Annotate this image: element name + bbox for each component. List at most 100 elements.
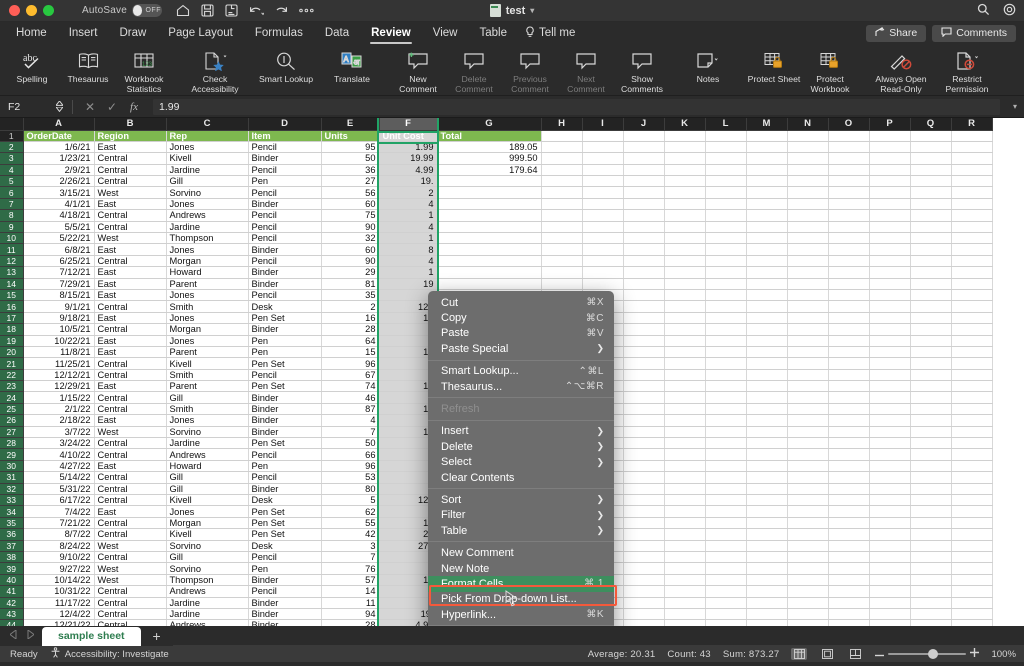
cell[interactable]: Binder	[248, 597, 322, 609]
cell[interactable]	[623, 380, 665, 393]
column-header-P[interactable]: P	[869, 118, 911, 131]
cell[interactable]	[951, 608, 993, 621]
cell[interactable]: 6/25/21	[23, 255, 95, 268]
cell[interactable]	[623, 232, 665, 245]
cell[interactable]	[910, 562, 952, 575]
cell[interactable]: 28	[321, 619, 380, 626]
cell[interactable]: 10/14/22	[23, 574, 95, 587]
translate-button[interactable]: Aअ Translate	[324, 46, 380, 85]
cell[interactable]	[869, 540, 911, 552]
table-row[interactable]: 13 7/12/21 East Howard Binder 29 1	[0, 266, 993, 279]
cell[interactable]	[787, 585, 829, 598]
cell[interactable]	[664, 597, 706, 609]
cell[interactable]	[951, 130, 993, 142]
cell[interactable]	[623, 221, 665, 234]
cell[interactable]: Sorvino	[166, 426, 249, 439]
cell[interactable]	[705, 346, 747, 359]
cell[interactable]	[828, 266, 870, 279]
cell[interactable]	[664, 505, 706, 518]
cell[interactable]: West	[94, 186, 167, 199]
cell[interactable]	[828, 597, 870, 609]
cell[interactable]	[869, 243, 911, 256]
cell[interactable]: 7/29/21	[23, 278, 95, 290]
title-chevron-down-icon[interactable]: ▾	[530, 6, 534, 15]
row-header[interactable]: 12	[0, 255, 24, 268]
cell[interactable]: 62	[321, 505, 380, 518]
cell[interactable]: Central	[94, 528, 167, 541]
cell[interactable]: Smith	[166, 403, 249, 416]
cell[interactable]	[787, 517, 829, 530]
column-header-I[interactable]: I	[582, 118, 624, 131]
row-header[interactable]: 32	[0, 483, 24, 496]
cell[interactable]	[746, 209, 788, 222]
cell[interactable]	[705, 471, 747, 484]
cell[interactable]	[437, 209, 542, 222]
cell[interactable]	[910, 289, 952, 302]
cell[interactable]: 5/31/22	[23, 483, 95, 496]
cell[interactable]	[787, 403, 829, 416]
cell[interactable]: Pen Set	[248, 380, 322, 393]
cell[interactable]	[910, 574, 952, 587]
cell[interactable]	[705, 186, 747, 199]
cell[interactable]	[787, 221, 829, 234]
cell[interactable]	[746, 255, 788, 268]
cell[interactable]: 57	[321, 574, 380, 587]
cell[interactable]	[951, 403, 993, 416]
cell[interactable]	[787, 300, 829, 313]
cell[interactable]	[623, 483, 665, 496]
cell[interactable]: Binder	[248, 152, 322, 165]
cell[interactable]	[910, 483, 952, 496]
cell[interactable]: 29	[321, 266, 380, 279]
cell[interactable]: Thompson	[166, 574, 249, 587]
cell[interactable]	[664, 494, 706, 507]
cell[interactable]	[746, 585, 788, 598]
cell[interactable]: 4	[379, 198, 438, 211]
cell[interactable]	[541, 130, 583, 142]
tab-formulas[interactable]: Formulas	[245, 25, 313, 41]
cell[interactable]: Central	[94, 391, 167, 404]
cell[interactable]	[705, 585, 747, 598]
cell[interactable]	[951, 448, 993, 461]
row-header[interactable]: 1	[0, 130, 24, 142]
cell[interactable]: West	[94, 232, 167, 245]
cell[interactable]: 5/14/22	[23, 471, 95, 484]
cell[interactable]	[582, 243, 624, 256]
cell[interactable]: 60	[321, 198, 380, 211]
cell[interactable]: Unit Cost	[379, 130, 438, 142]
cell[interactable]	[828, 152, 870, 165]
row-header[interactable]: 6	[0, 186, 24, 199]
cell[interactable]: 42	[321, 528, 380, 541]
cell[interactable]	[623, 551, 665, 564]
next-sheet-icon[interactable]	[27, 629, 35, 642]
cell[interactable]	[787, 278, 829, 290]
cell[interactable]	[910, 426, 952, 439]
cell[interactable]	[828, 619, 870, 626]
column-header-R[interactable]: R	[951, 118, 993, 131]
column-header-O[interactable]: O	[828, 118, 870, 131]
menu-item-cut[interactable]: Cut ⌘X	[428, 295, 614, 310]
cell[interactable]	[828, 198, 870, 211]
cell[interactable]	[828, 278, 870, 290]
cell[interactable]	[951, 414, 993, 427]
cell[interactable]	[705, 141, 747, 154]
cell[interactable]: Howard	[166, 460, 249, 473]
table-row[interactable]: 10 5/22/21 West Thompson Pencil 32 1	[0, 232, 993, 245]
confirm-edit-icon[interactable]: ✓	[101, 100, 123, 114]
cell[interactable]	[787, 164, 829, 177]
cell[interactable]: 9/10/22	[23, 551, 95, 564]
cell[interactable]: 46	[321, 391, 380, 404]
cell[interactable]	[664, 448, 706, 461]
cell[interactable]	[541, 278, 583, 290]
share-button[interactable]: Share	[866, 24, 927, 42]
cell[interactable]: Central	[94, 619, 167, 626]
cell[interactable]: Jardine	[166, 221, 249, 234]
cell[interactable]	[787, 243, 829, 256]
cell[interactable]	[623, 391, 665, 404]
cell[interactable]	[746, 448, 788, 461]
row-header[interactable]: 17	[0, 312, 24, 325]
cell[interactable]	[828, 494, 870, 507]
cell[interactable]	[623, 517, 665, 530]
table-row[interactable]: 14 7/29/21 East Parent Binder 81 19	[0, 278, 993, 290]
cell[interactable]: Parent	[166, 278, 249, 290]
cell[interactable]	[623, 414, 665, 427]
